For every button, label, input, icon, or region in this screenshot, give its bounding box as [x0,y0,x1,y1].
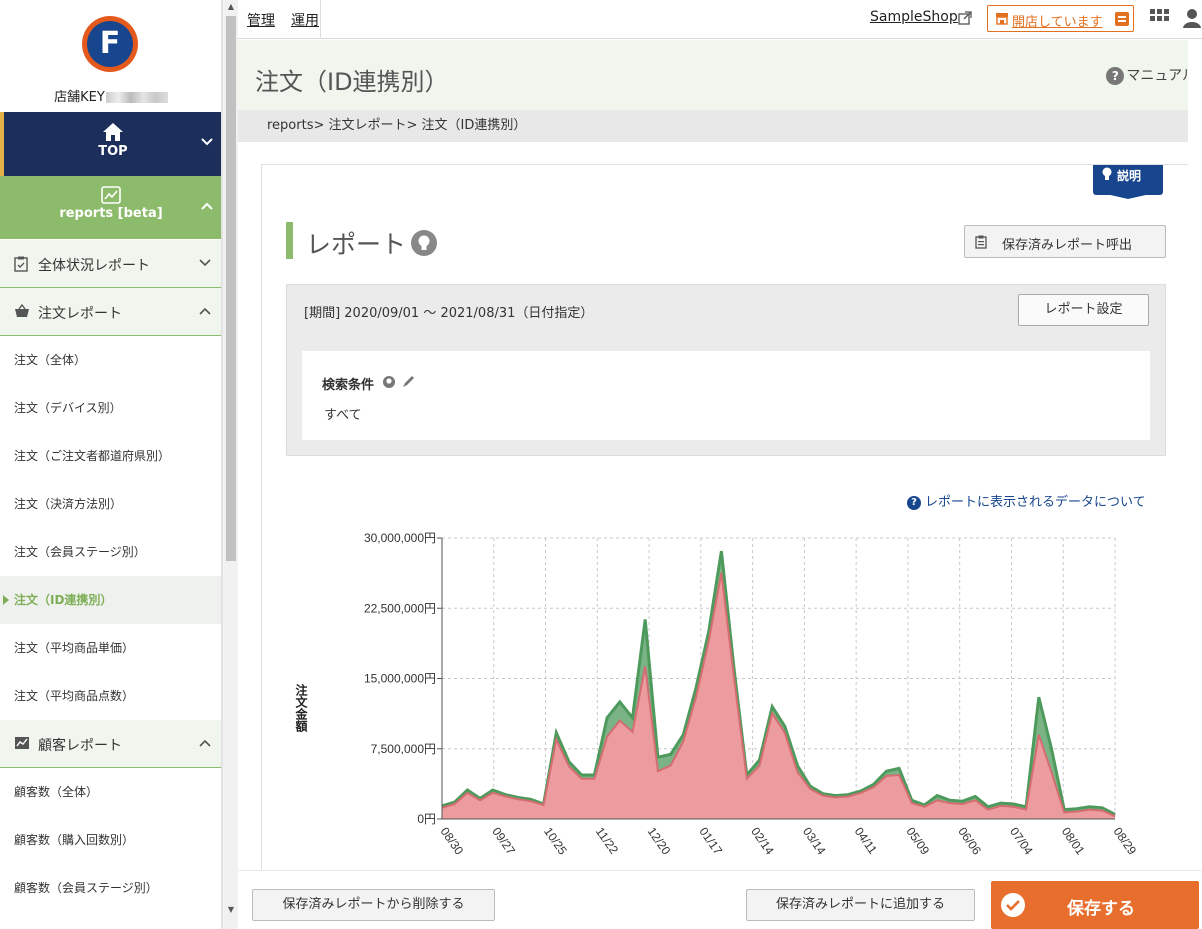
main-scrollbar[interactable] [1188,40,1202,929]
chevron-up-icon[interactable] [201,202,213,210]
y-tick-label: 15,000,000円 [364,672,436,686]
x-tick-label: 01/17 [696,825,725,858]
group-overall-report[interactable]: 全体状況レポート [0,240,221,288]
group-label: 全体状況レポート [38,258,150,274]
manage-link[interactable]: 管理 [247,10,275,30]
store-icon [996,13,1008,25]
x-tick-label: 05/09 [903,825,932,858]
series-area-0 [442,572,1115,819]
chevron-down-icon[interactable] [201,138,213,146]
y-tick-label: 7,500,000円 [371,742,436,756]
x-tick-label: 02/14 [748,825,777,858]
nav-reports-label: reports [beta] [59,206,163,221]
order-amount-chart: 0円 7,500,000円 15,000,000円 22,500,000円 30,000… [294,531,1140,858]
manual-label: マニュアル [1126,68,1196,84]
sidebar-item-order-id-link[interactable]: 注文（ID連携別） [0,576,221,624]
x-tick-label: 11/22 [593,825,621,857]
shop-logo[interactable]: F [82,16,138,72]
group-customer-report[interactable]: 顧客レポート [0,720,221,768]
page-title: 注文（ID連携別） [255,68,449,96]
sidebar-item-label: 注文（平均商品単価） [14,641,135,655]
report-card: 説明 レポート 保存済みレポート呼出 [期間] 2020/09/01 ～ 202… [261,164,1189,884]
x-tick-label: 06/06 [955,825,984,858]
save-button[interactable]: 保存する [991,881,1199,929]
store-open-status-label: 開店しています [1012,15,1103,30]
sidebar-item-order-avg-price[interactable]: 注文（平均商品単価） [0,624,221,672]
x-tick-label: 07/04 [1007,825,1036,858]
breadcrumb: reports> 注文レポート> 注文（ID連携別） [238,110,1202,142]
chevron-up-icon[interactable] [199,739,211,747]
app-grid-icon[interactable] [1150,9,1170,27]
user-icon[interactable] [1182,7,1202,29]
add-saved-report-button[interactable]: 保存済みレポートに追加する [746,889,975,921]
sidebar-item-customer-all[interactable]: 顧客数（全体） [0,768,221,816]
sidebar-item-label: 注文（会員ステージ別） [14,545,146,559]
toggle-icon [1115,12,1129,26]
basket-icon [15,304,29,317]
x-tick-label: 08/01 [1059,825,1088,858]
bottom-action-bar: 保存済みレポートから削除する 保存済みレポートに追加する 保存する [238,870,1202,929]
sidebar-scrollbar-thumb[interactable] [226,16,236,561]
sidebar-item-order-avg-count[interactable]: 注文（平均商品点数） [0,672,221,720]
customer-chart-icon [15,737,29,749]
sidebar-item-label: 注文（ご注文者都道府県別） [14,449,171,463]
sidebar-scrollbar[interactable]: ▲ ▼ [222,0,238,929]
nav-top-label: TOP [98,144,128,159]
shop-key-label: 店舗KEY [54,90,105,105]
store-open-status-button[interactable]: 開店しています [987,5,1134,32]
sidebar-item-order-payment[interactable]: 注文（決済方法別） [0,480,221,528]
sidebar-item-customer-member-stage[interactable]: 顧客数（会員ステージ別） [0,864,221,912]
check-circle-icon [1001,893,1025,917]
x-tick-label: 08/29 [1111,825,1140,858]
divider [320,0,321,39]
y-tick-label: 0円 [417,812,436,826]
redacted-shop-key [105,92,168,103]
scroll-up-arrow-icon[interactable]: ▲ [223,0,239,14]
top-bar: 管理 運用 SampleShop 開店しています [238,0,1202,39]
manual-link[interactable]: ? マニュアル [1106,65,1196,85]
x-tick-label: 12/20 [645,825,674,858]
chevron-down-icon[interactable] [199,259,211,267]
external-link-icon[interactable] [958,11,972,25]
nav-reports[interactable]: reports [beta] [0,176,221,239]
x-tick-label: 09/27 [489,825,518,858]
sidebar-item-order-member-stage[interactable]: 注文（会員ステージ別） [0,528,221,576]
home-icon [103,123,123,141]
sidebar-item-label: 注文（ID連携別） [14,593,113,607]
clipboard-check-icon [14,256,28,272]
shop-key: 店舗KEY [0,86,221,105]
x-tick-label: 08/30 [438,825,467,858]
y-tick-label: 22,500,000円 [364,601,436,615]
sidebar-item-label: 注文（全体） [14,353,87,367]
sidebar-item-order-prefecture[interactable]: 注文（ご注文者都道府県別） [0,432,221,480]
sidebar-item-order-all[interactable]: 注文（全体） [0,336,221,384]
sidebar-item-label: 顧客数（購入回数別） [14,833,135,847]
sidebar-item-order-device[interactable]: 注文（デバイス別） [0,384,221,432]
sidebar: F 店舗KEY TOP reports [beta] 全体状況レポート 注文レポ… [0,0,222,929]
sidebar-item-label: 注文（デバイス別） [14,401,122,415]
x-tick-label: 10/25 [541,825,570,858]
y-tick-label: 30,000,000円 [364,531,436,545]
operate-link[interactable]: 運用 [291,10,319,30]
shop-name-link[interactable]: SampleShop [870,9,958,25]
sidebar-item-label: 顧客数（全体） [14,785,99,799]
group-order-report[interactable]: 注文レポート [0,288,221,336]
group-label: 顧客レポート [38,738,122,754]
x-tick-label: 03/14 [800,825,829,858]
sidebar-item-customer-purchase-count[interactable]: 顧客数（購入回数別） [0,816,221,864]
y-axis-label: 注文金額 [294,683,308,733]
chart-icon [101,186,121,204]
group-label: 注文レポート [38,306,122,322]
question-icon: ? [1106,67,1125,85]
scroll-down-arrow-icon[interactable]: ▼ [223,903,239,917]
delete-saved-report-button[interactable]: 保存済みレポートから削除する [252,889,495,921]
nav-top[interactable]: TOP [0,112,221,176]
page-title-bar: 注文（ID連携別） ? マニュアル [238,40,1202,110]
chevron-up-icon[interactable] [199,307,211,315]
sidebar-item-label: 注文（平均商品点数） [14,689,135,703]
save-button-label: 保存する [1067,899,1135,919]
sidebar-item-label: 注文（決済方法別） [14,497,123,511]
x-tick-label: 04/11 [852,825,880,857]
sidebar-item-label: 顧客数（会員ステージ別） [14,881,158,895]
